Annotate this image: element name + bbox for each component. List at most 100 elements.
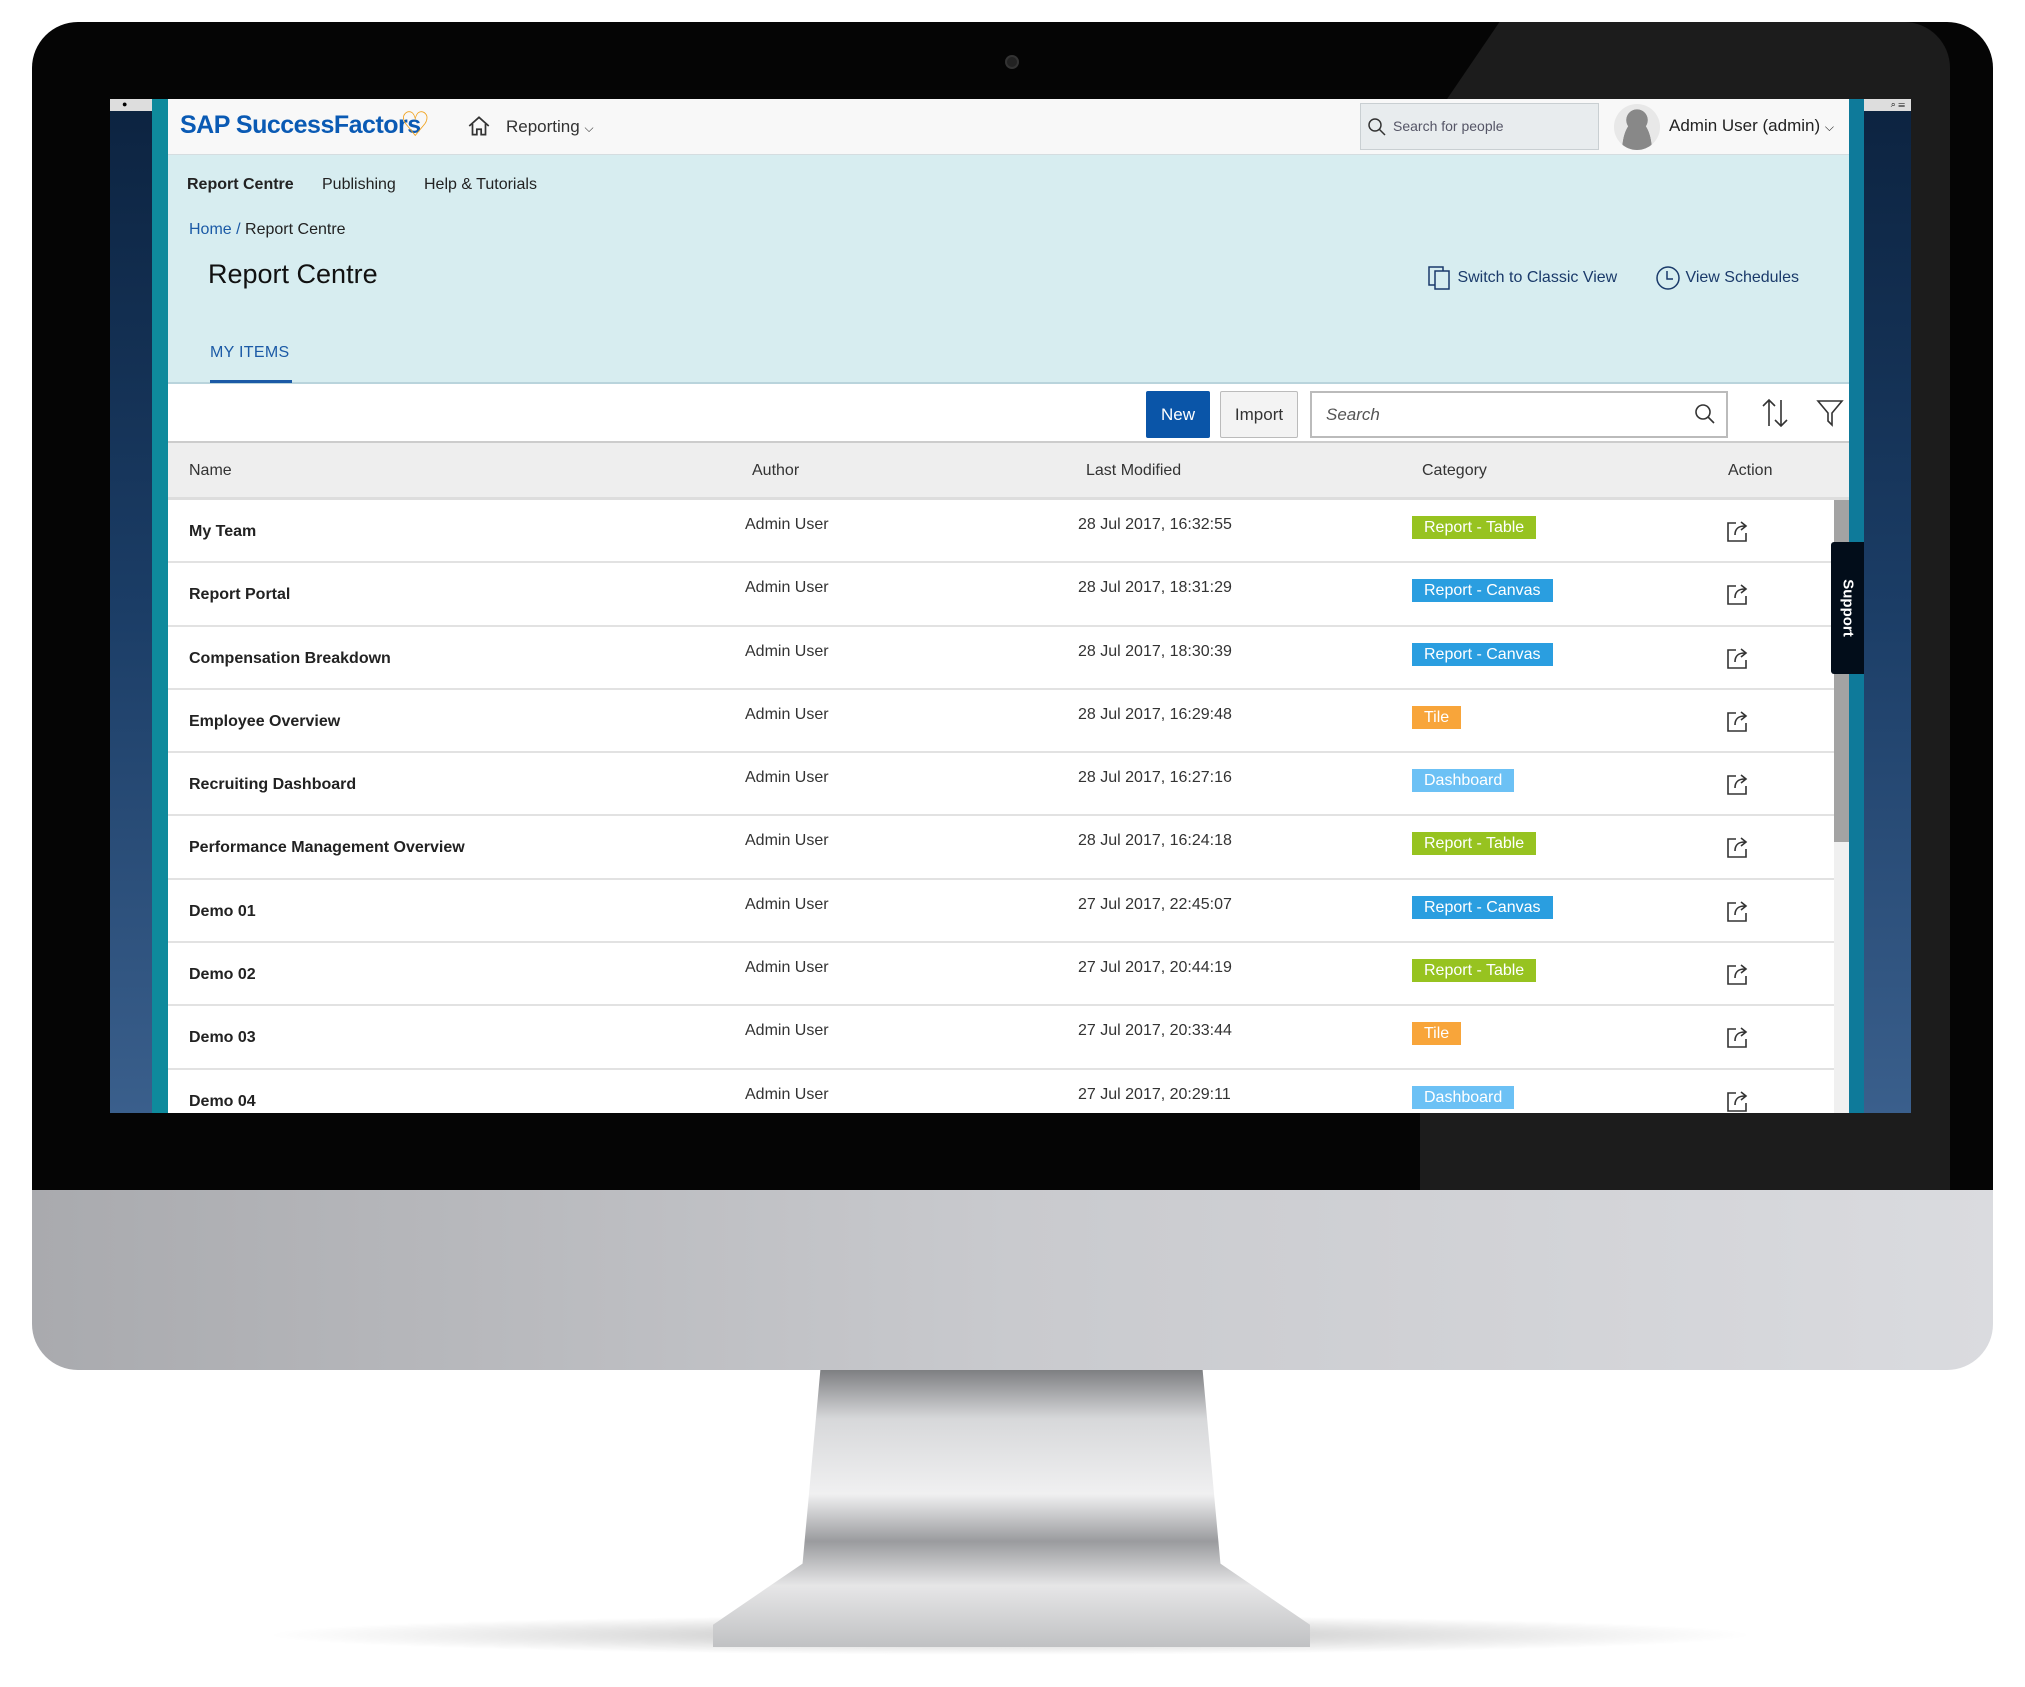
report-name[interactable]: My Team <box>189 523 256 541</box>
report-last-modified: 28 Jul 2017, 16:27:16 <box>1078 769 1232 787</box>
report-last-modified: 27 Jul 2017, 20:44:19 <box>1078 959 1232 977</box>
report-last-modified: 28 Jul 2017, 16:24:18 <box>1078 832 1232 850</box>
category-badge: Report - Canvas <box>1412 579 1553 603</box>
report-last-modified: 28 Jul 2017, 16:32:55 <box>1078 516 1232 533</box>
toolbar: New Import <box>168 384 1849 443</box>
spotlight-icon: ⌕ ☰ <box>1890 99 1905 109</box>
search-icon[interactable] <box>1694 403 1716 425</box>
report-author: Admin User <box>745 642 829 660</box>
report-name[interactable]: Performance Management Overview <box>189 839 465 857</box>
search-box <box>1310 391 1728 438</box>
open-external-icon[interactable] <box>1725 771 1751 797</box>
column-header-author[interactable]: Author <box>752 462 799 480</box>
support-tab-label: Support <box>1839 579 1856 637</box>
subnav-publishing[interactable]: Publishing <box>322 176 396 194</box>
report-name[interactable]: Report Portal <box>189 586 290 604</box>
subnav-help-tutorials[interactable]: Help & Tutorials <box>424 176 537 194</box>
column-header-last-modified[interactable]: Last Modified <box>1086 462 1181 480</box>
support-tab[interactable]: Support <box>1831 542 1864 674</box>
category-badge: Report - Canvas <box>1412 642 1553 666</box>
search-icon <box>1368 118 1386 136</box>
breadcrumb-separator: / <box>236 221 241 238</box>
open-external-icon[interactable] <box>1725 708 1751 734</box>
report-name[interactable]: Demo 03 <box>189 1029 256 1047</box>
mac-menu-bar: ● <box>110 99 152 111</box>
brand-logo[interactable]: SAP SuccessFactors <box>180 111 421 140</box>
import-button[interactable]: Import <box>1220 391 1298 438</box>
user-menu[interactable]: Admin User (admin) ⌵ <box>1669 116 1834 136</box>
table-row[interactable]: Demo 03 Admin User 27 Jul 2017, 20:33:44 Ti… <box>168 1006 1835 1070</box>
mac-menu-bar-right: ⌕ ☰ <box>1863 99 1911 111</box>
report-name[interactable]: Compensation Breakdown <box>189 650 391 668</box>
category-badge: Dashboard <box>1412 769 1515 793</box>
category-badge: Tile <box>1412 705 1462 729</box>
category-badge: Report - Table <box>1412 516 1537 539</box>
column-header-category[interactable]: Category <box>1422 462 1487 480</box>
screen: ● ⌕ ☰ SAP SuccessFactors ♡ Reporting ⌵ S… <box>110 99 1911 1113</box>
category-badge: Report - Canvas <box>1412 895 1553 919</box>
tab-my-items[interactable]: MY ITEMS <box>210 344 289 362</box>
category-badge: Tile <box>1412 1022 1462 1046</box>
table-row[interactable]: Compensation Breakdown Admin User 28 Jul 2… <box>168 626 1835 690</box>
table-row[interactable]: My Team Admin User 28 Jul 2017, 16:32:55 Re… <box>168 500 1835 564</box>
column-header-name[interactable]: Name <box>189 462 232 480</box>
open-external-icon[interactable] <box>1725 1024 1751 1050</box>
report-author: Admin User <box>745 516 829 533</box>
table-row[interactable]: Recruiting Dashboard Admin User 28 Jul 201… <box>168 753 1835 817</box>
report-last-modified: 27 Jul 2017, 22:45:07 <box>1078 895 1232 913</box>
page-title: Report Centre <box>208 259 378 289</box>
table-row[interactable]: Performance Management Overview Admin Use… <box>168 816 1835 880</box>
report-name[interactable]: Demo 01 <box>189 903 256 921</box>
report-author: Admin User <box>745 769 829 787</box>
report-author: Admin User <box>745 705 829 723</box>
apple-icon: ● <box>122 99 128 109</box>
table-row[interactable]: Employee Overview Admin User 28 Jul 2017, … <box>168 689 1835 754</box>
open-external-icon[interactable] <box>1725 898 1751 924</box>
table-row[interactable]: Demo 01 Admin User 27 Jul 2017, 22:45:07 Re… <box>168 879 1835 944</box>
user-menu-label: Admin User (admin) <box>1669 116 1821 135</box>
filter-icon[interactable] <box>1816 398 1844 428</box>
report-author: Admin User <box>745 959 829 977</box>
open-external-icon[interactable] <box>1725 1088 1751 1113</box>
search-input[interactable] <box>1312 393 1682 436</box>
new-button[interactable]: New <box>1146 391 1210 438</box>
heart-logo-icon: ♡ <box>400 106 431 144</box>
report-name[interactable]: Employee Overview <box>189 713 340 731</box>
open-external-icon[interactable] <box>1725 645 1751 671</box>
open-external-icon[interactable] <box>1725 518 1751 544</box>
open-external-icon[interactable] <box>1725 581 1751 607</box>
view-schedules-link[interactable]: View Schedules <box>1655 265 1799 291</box>
top-bar: SAP SuccessFactors ♡ Reporting ⌵ Search … <box>168 99 1849 155</box>
people-search-placeholder: Search for people <box>1393 118 1504 134</box>
table-body: My Team Admin User 28 Jul 2017, 16:32:55 Re… <box>168 500 1835 1113</box>
module-menu[interactable]: Reporting ⌵ <box>506 117 594 137</box>
report-name[interactable]: Recruiting Dashboard <box>189 776 356 794</box>
report-last-modified: 27 Jul 2017, 20:29:11 <box>1078 1085 1231 1103</box>
report-last-modified: 28 Jul 2017, 16:29:48 <box>1078 705 1232 723</box>
monitor-chin <box>32 1190 1993 1370</box>
page-header-panel: Report Centre Publishing Help & Tutorial… <box>168 155 1849 384</box>
chevron-down-icon: ⌵ <box>584 121 594 135</box>
breadcrumb: Home / Report Centre <box>189 221 346 239</box>
category-badge: Report - Table <box>1412 959 1537 983</box>
open-external-icon[interactable] <box>1725 834 1751 860</box>
switch-classic-view-link[interactable]: Switch to Classic View <box>1427 265 1617 291</box>
sort-icon[interactable] <box>1758 396 1792 430</box>
table-row[interactable]: Report Portal Admin User 28 Jul 2017, 18:3… <box>168 563 1835 627</box>
breadcrumb-home[interactable]: Home <box>189 221 232 238</box>
home-icon[interactable] <box>466 113 492 139</box>
report-author: Admin User <box>745 1022 829 1040</box>
report-name[interactable]: Demo 02 <box>189 966 256 984</box>
camera <box>1005 55 1019 69</box>
people-search-input[interactable]: Search for people <box>1360 103 1599 150</box>
report-author: Admin User <box>745 895 829 913</box>
clock-icon <box>1656 266 1680 290</box>
table-row[interactable]: Demo 02 Admin User 27 Jul 2017, 20:44:19 Re… <box>168 943 1835 1007</box>
window-frame-left <box>152 99 168 1113</box>
table-row[interactable]: Demo 04 Admin User 27 Jul 2017, 20:29:11 Da… <box>168 1069 1835 1113</box>
open-external-icon[interactable] <box>1725 961 1751 987</box>
subnav-report-centre[interactable]: Report Centre <box>187 176 294 194</box>
breadcrumb-current: Report Centre <box>245 221 346 238</box>
avatar[interactable] <box>1614 104 1660 150</box>
report-name[interactable]: Demo 04 <box>189 1093 256 1111</box>
